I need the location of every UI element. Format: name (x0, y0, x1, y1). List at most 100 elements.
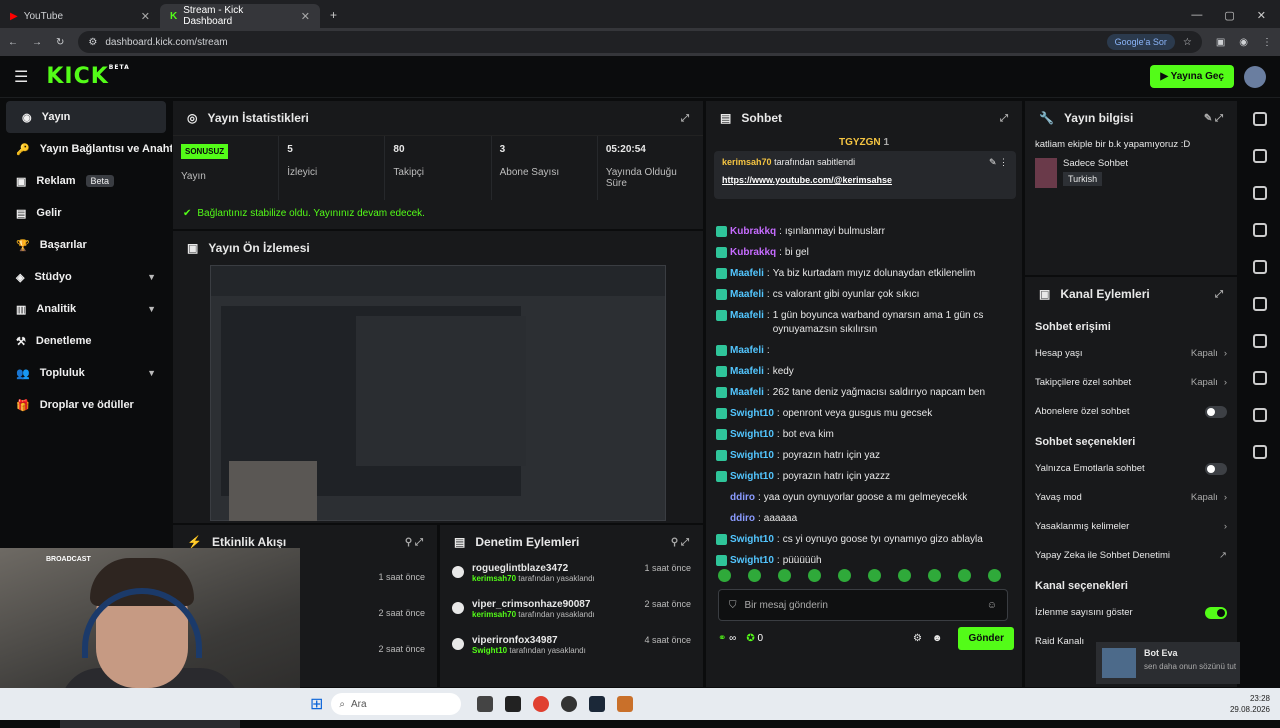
google-ask-button[interactable]: Google'a Sor (1106, 34, 1175, 50)
app-icon[interactable] (617, 696, 634, 712)
pinned-link[interactable]: https://www.youtube.com/@kerimsahse (722, 175, 1008, 185)
browser-tab-kick[interactable]: K Stream - Kick Dashboard ✕ (160, 4, 320, 28)
video-icon[interactable] (1253, 186, 1267, 200)
forward-icon[interactable]: → (32, 37, 42, 48)
windows-start-icon[interactable]: ⊞ (310, 694, 323, 714)
expand-icon[interactable]: ⤢ (1000, 113, 1008, 124)
chat-icon[interactable] (1253, 297, 1267, 311)
bookmark-star-icon[interactable]: ☆ (1183, 37, 1192, 48)
chat-username[interactable]: Swight10 (730, 554, 774, 568)
extensions-icon[interactable]: ▣ (1216, 37, 1225, 48)
expand-icon[interactable]: ⤢ (681, 113, 689, 124)
list-icon[interactable] (1253, 260, 1267, 274)
send-button[interactable]: Gönder (958, 627, 1014, 650)
hamburger-menu-icon[interactable]: ☰ (14, 67, 28, 87)
chrome-icon[interactable] (533, 696, 550, 712)
minimize-icon[interactable]: — (1191, 9, 1202, 22)
chat-username[interactable]: Maafeli (730, 365, 764, 379)
sidebar-item-ads[interactable]: ▣ Reklam Beta (0, 165, 172, 197)
browser-tab-youtube[interactable]: ▶ YouTube ✕ (0, 4, 160, 28)
terminal-icon[interactable] (505, 696, 522, 712)
chat-input[interactable]: ⛉ Bir mesaj gönderin ☺ (718, 589, 1008, 621)
close-window-icon[interactable]: ✕ (1257, 9, 1266, 22)
file-explorer-icon[interactable] (477, 696, 494, 712)
emoji-icon[interactable]: ☺ (987, 600, 997, 611)
sidebar-item-analytics[interactable]: ▥ Analitik ▼ (0, 293, 172, 325)
new-tab-icon[interactable]: + (320, 8, 347, 28)
chat-username[interactable]: Swight10 (730, 449, 774, 463)
clock[interactable]: 23:28 29.08.2026 (1230, 693, 1270, 715)
puzzle-icon[interactable] (1253, 445, 1267, 459)
emote-picker-icon[interactable]: ☻ (932, 633, 943, 644)
sidebar-item-revenue[interactable]: ▤ Gelir (0, 197, 172, 229)
toggle-switch[interactable] (1205, 606, 1227, 619)
stream-preview-video[interactable] (210, 265, 666, 521)
kick-logo[interactable]: KICKBETA (46, 64, 129, 89)
channel-option[interactable]: Yalnızca Emotlarla sohbet (1025, 454, 1237, 483)
pinned-message[interactable]: kerimsah70 tarafından sabitlendi ✎ ⋮ http… (714, 151, 1016, 199)
chat-username[interactable]: Maafeli (730, 309, 764, 323)
channel-option[interactable]: Yapay Zeka ile Sohbet Denetimi ↗ (1025, 541, 1237, 570)
chat-username[interactable]: Maafeli (730, 344, 764, 358)
chat-username[interactable]: Swight10 (730, 407, 774, 421)
pen-icon[interactable] (1253, 149, 1267, 163)
channel-option[interactable]: Hesap yaşı Kapalı › (1025, 339, 1237, 368)
sidebar-item-community[interactable]: 👥 Topluluk ▼ (0, 357, 172, 389)
expand-icon[interactable]: ⤢ (1215, 289, 1223, 300)
chat-username[interactable]: Swight10 (730, 533, 774, 547)
studio-icon: ◈ (16, 271, 25, 284)
taskbar-search[interactable]: ⌕ Ara (331, 693, 462, 715)
wrench-icon[interactable] (1253, 408, 1267, 422)
sidebar-item-stream-key[interactable]: 🔑 Yayın Bağlantısı ve Anahtar (0, 133, 184, 165)
chat-username[interactable]: Kubrakkq (730, 225, 776, 239)
bolt-icon[interactable] (1253, 223, 1267, 237)
chat-username[interactable]: Swight10 (730, 470, 774, 484)
reload-icon[interactable]: ↻ (56, 37, 64, 48)
sidebar-item-achievements[interactable]: 🏆 Başarılar (0, 229, 172, 261)
emote-bar[interactable] (718, 569, 1001, 582)
filter-icon[interactable]: ⚲ ⤢ (671, 537, 689, 548)
maximize-icon[interactable]: ▢ (1224, 9, 1234, 22)
chat-username[interactable]: Maafeli (730, 386, 764, 400)
sidebar-item-stream[interactable]: ◉ Yayın (6, 101, 166, 133)
channel-option[interactable]: İzlenme sayısını göster (1025, 598, 1237, 627)
go-live-button[interactable]: ▶ Yayına Geç (1150, 65, 1234, 88)
channel-option[interactable]: Takipçilere özel sohbet Kapalı › (1025, 368, 1237, 397)
edit-icon[interactable]: ✎ ⤢ (1204, 113, 1223, 124)
section-heading: Sohbet erişimi (1035, 321, 1111, 333)
chat-username[interactable]: Kubrakkq (730, 246, 776, 260)
channel-option[interactable]: Yavaş mod Kapalı › (1025, 483, 1237, 512)
toggle-switch[interactable] (1205, 405, 1227, 418)
record-icon[interactable] (1253, 334, 1267, 348)
category-name: Sadece Sohbet (1063, 158, 1128, 169)
profile-icon[interactable]: ◉ (1239, 37, 1248, 48)
chat-text: püüüüüh (782, 555, 822, 566)
chat-username[interactable]: ddiro (730, 491, 755, 505)
unpin-icon[interactable]: ✎ ⋮ (989, 157, 1008, 168)
tv-icon[interactable] (1253, 371, 1267, 385)
channel-option[interactable]: Yasaklanmış kelimeler › (1025, 512, 1237, 541)
obs-icon[interactable] (561, 696, 578, 712)
back-icon[interactable]: ← (8, 37, 18, 48)
browser-menu-icon[interactable]: ⋮ (1262, 37, 1272, 48)
url-field[interactable]: ⚙ dashboard.kick.com/stream Google'a Sor ☆ (78, 31, 1202, 53)
chat-settings-icon[interactable]: ⚙ (913, 633, 922, 644)
chat-username[interactable]: Maafeli (730, 267, 764, 281)
user-avatar[interactable] (1244, 65, 1266, 88)
sidebar-item-moderation[interactable]: ⚒ Denetleme (0, 325, 172, 357)
badge-icon (716, 310, 727, 321)
site-info-icon[interactable]: ⚙ (88, 37, 97, 48)
info-icon[interactable] (1253, 112, 1267, 126)
filter-icon[interactable]: ⚲ ⤢ (405, 537, 423, 548)
chat-username[interactable]: ddiro (730, 512, 755, 526)
chat-text: yaa oyun oynuyorlar goose a mı gelmeyece… (763, 492, 968, 503)
steam-icon[interactable] (589, 696, 606, 712)
channel-option[interactable]: Abonelere özel sohbet (1025, 397, 1237, 426)
close-tab-icon[interactable]: ✕ (141, 10, 150, 23)
toggle-switch[interactable] (1205, 462, 1227, 475)
sidebar-item-drops[interactable]: 🎁 Droplar ve ödüller (0, 389, 172, 421)
chat-username[interactable]: Maafeli (730, 288, 764, 302)
chat-username[interactable]: Swight10 (730, 428, 774, 442)
close-tab-icon[interactable]: ✕ (301, 10, 310, 23)
sidebar-item-studio[interactable]: ◈ Stüdyo ▼ (0, 261, 172, 293)
